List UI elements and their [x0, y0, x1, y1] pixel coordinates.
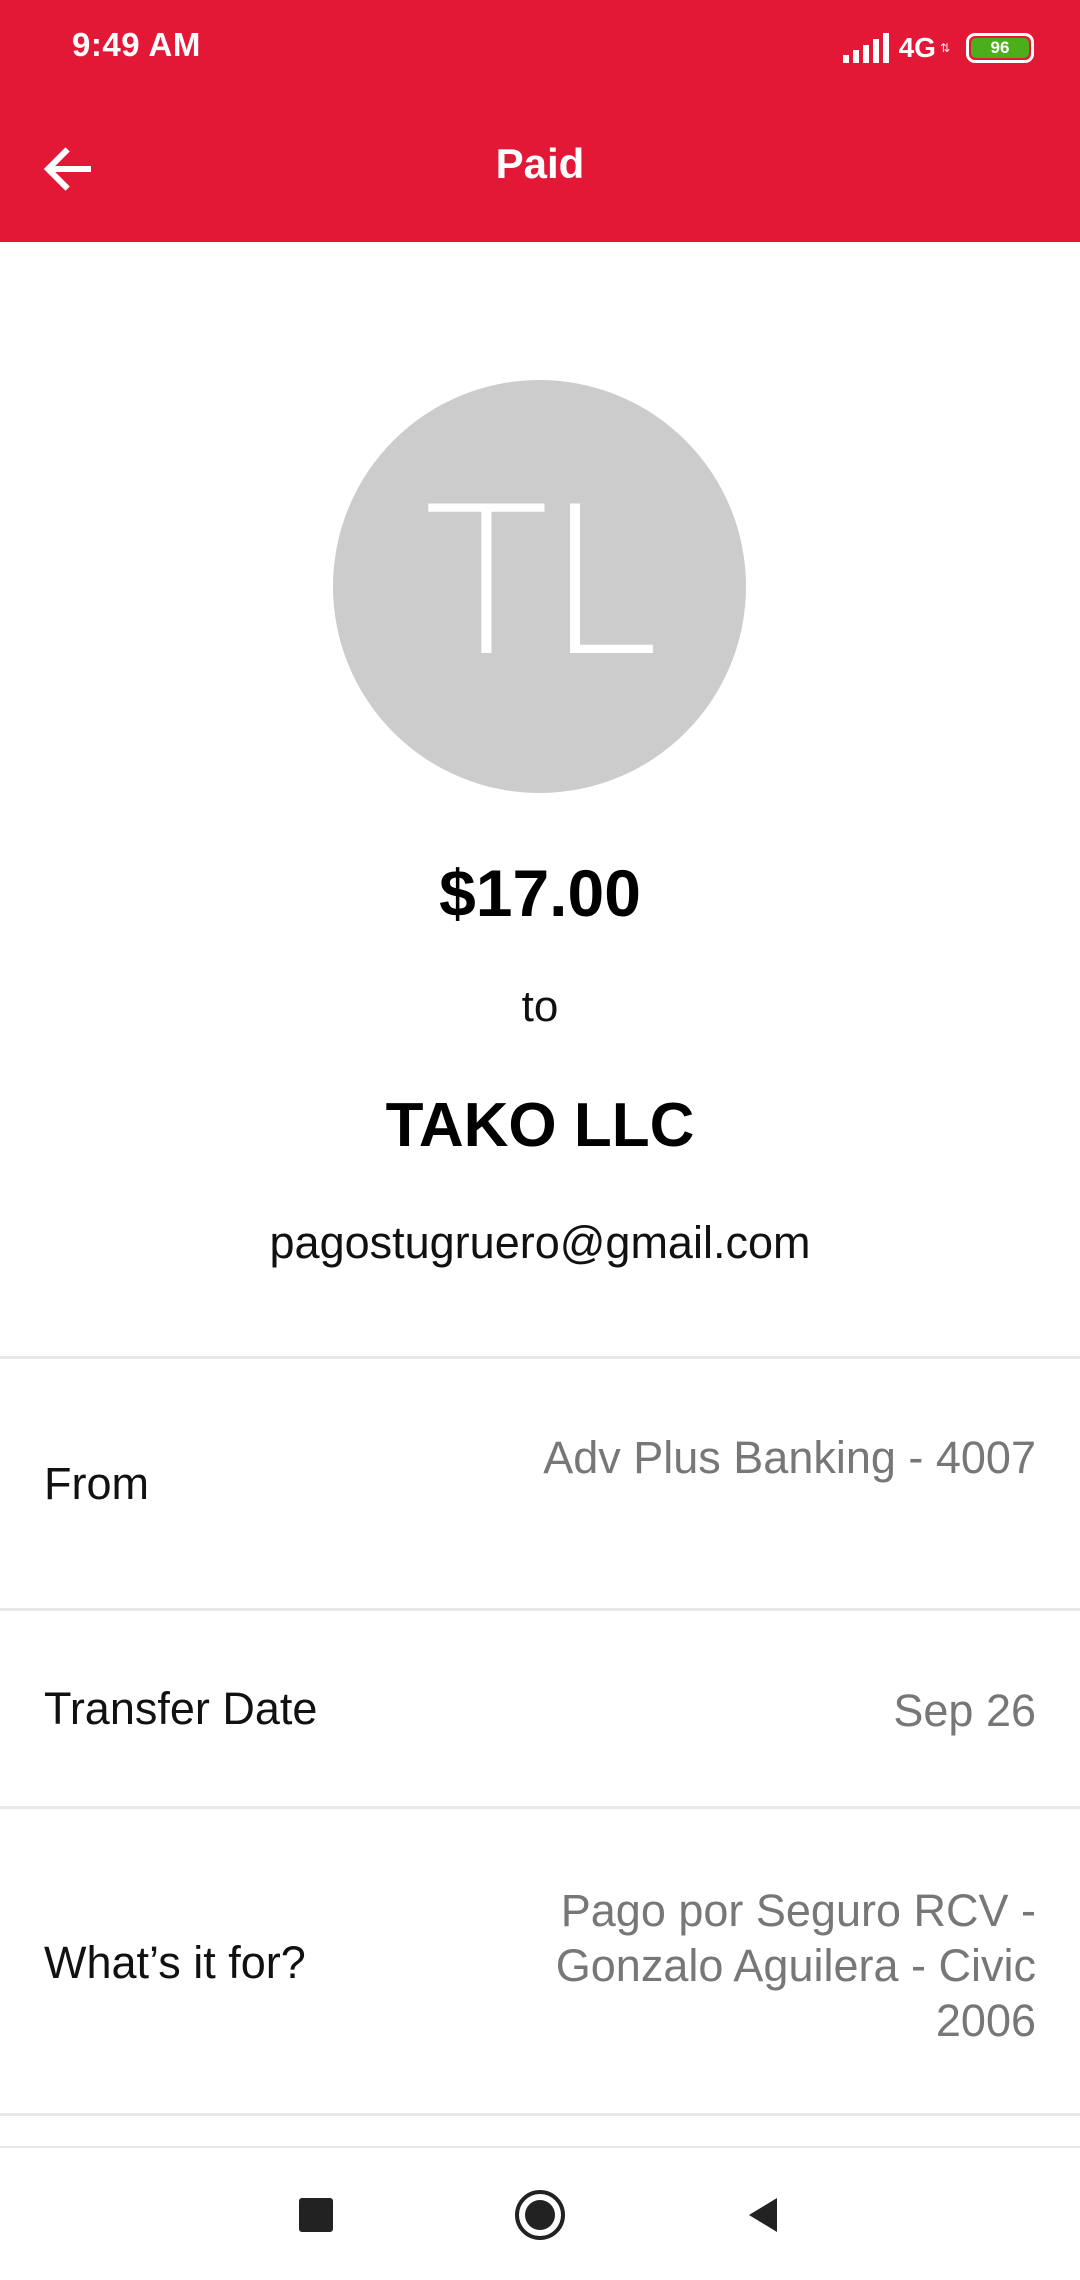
- signal-icon: [842, 33, 889, 63]
- detail-label-from: From: [44, 1458, 149, 1509]
- status-bar: 9:49 AM 4G ⇅ 96: [0, 0, 1080, 96]
- detail-label-transfer-date: Transfer Date: [44, 1683, 318, 1734]
- payment-amount: $17.00: [439, 856, 641, 930]
- network-type: 4G: [898, 32, 936, 63]
- payee-email: pagostugruero@gmail.com: [269, 1217, 811, 1268]
- status-indicators: 4G ⇅ 96: [842, 28, 1034, 68]
- to-label: to: [521, 982, 559, 1031]
- system-nav-bar: [0, 2150, 1080, 2280]
- divider: [0, 1806, 1080, 1809]
- app-bar: Paid: [0, 96, 1080, 242]
- battery-icon: 96: [966, 33, 1034, 63]
- data-activity-icon: ⇅: [939, 41, 950, 55]
- divider: [0, 1608, 1080, 1611]
- square-icon: [299, 2198, 333, 2232]
- divider: [0, 1356, 1080, 1359]
- detail-label-purpose: What’s it for?: [44, 1937, 306, 1988]
- avatar-initials: TL: [423, 463, 659, 702]
- avatar: TL: [333, 380, 746, 793]
- divider: [0, 2113, 1080, 2116]
- triangle-back-icon: [749, 2198, 777, 2232]
- nav-back-button[interactable]: [728, 2180, 798, 2250]
- divider: [0, 2146, 1080, 2148]
- page-title: Paid: [495, 140, 585, 187]
- payee-name: TAKO LLC: [385, 1091, 695, 1160]
- circle-icon: [515, 2190, 565, 2240]
- detail-value-from: Adv Plus Banking - 4007: [543, 1432, 1036, 1483]
- home-button[interactable]: [505, 2180, 575, 2250]
- recents-button[interactable]: [281, 2180, 351, 2250]
- status-time: 9:49 AM: [72, 26, 201, 63]
- detail-value-purpose: Pago por Seguro RCV - Gonzalo Aguilera -…: [555, 1885, 1036, 2046]
- battery-level: 96: [971, 38, 1029, 58]
- detail-value-transfer-date: Sep 26: [893, 1685, 1036, 1736]
